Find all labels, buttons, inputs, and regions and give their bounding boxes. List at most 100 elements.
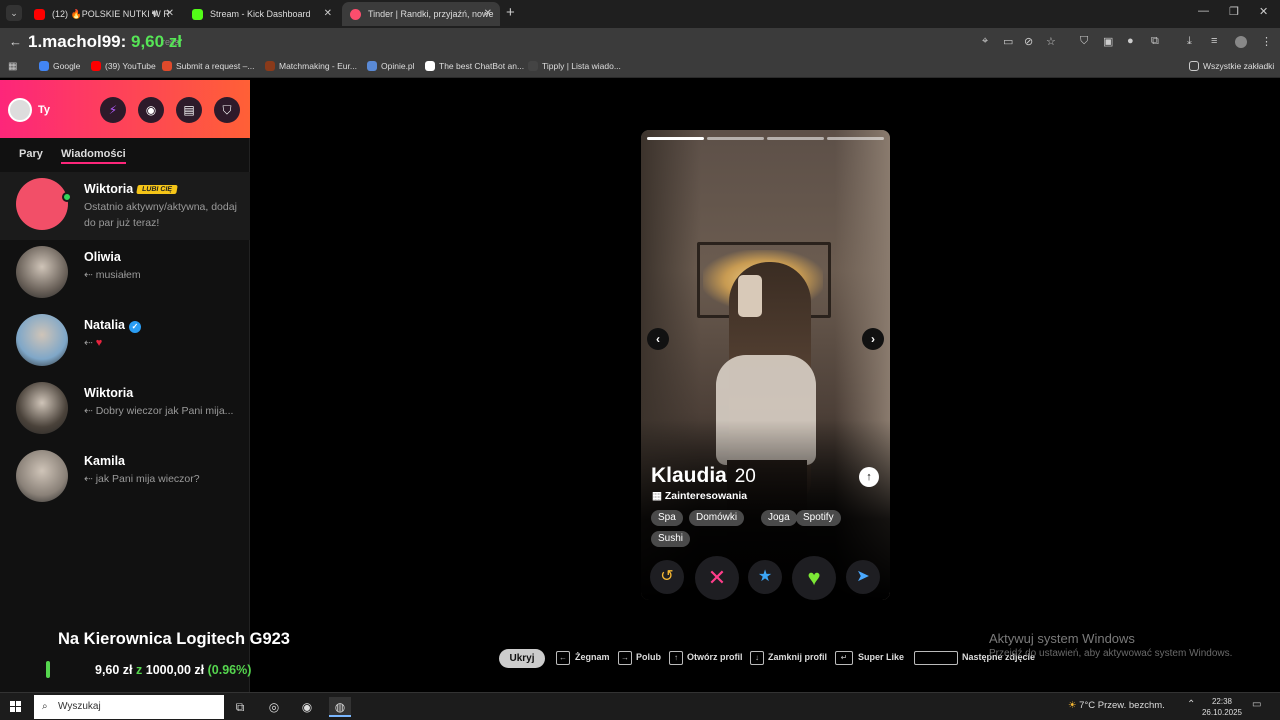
tab-tinder[interactable]: Tinder | Randki, przyjaźń, nowe ✕: [342, 2, 500, 26]
interests-heading: ▦ Zainteresowania: [652, 490, 747, 502]
hide-hints-button[interactable]: Ukryj: [499, 649, 545, 668]
audio-playing-icon[interactable]: 🔊︎: [152, 2, 158, 26]
sidebar-tabs: Pary Wiadomości: [0, 138, 250, 172]
boost-button[interactable]: ➤: [846, 560, 880, 594]
bookmark-label: (39) YouTube: [105, 61, 156, 71]
browser-tab-bar: ⌄ (12) 🔥POLSKIE NUTKI W R 🔊︎ ✕ Stream - …: [0, 0, 1280, 28]
app-circle-icon[interactable]: ◎: [263, 697, 285, 717]
taskbar-search-input[interactable]: ⌕ Wyszukaj: [34, 695, 224, 719]
all-bookmarks-folder[interactable]: Wszystkie zakładki: [1189, 61, 1274, 71]
minimize-icon[interactable]: —: [1198, 5, 1209, 17]
new-tab-icon[interactable]: +: [506, 4, 515, 21]
download-icon[interactable]: ⤓: [1187, 35, 1192, 48]
open-profile-arrow-icon[interactable]: ↑: [859, 467, 879, 487]
eye-off-icon[interactable]: ⊘: [1024, 35, 1033, 48]
clock-time: 22:38: [1211, 697, 1233, 706]
my-profile-label[interactable]: Ty: [38, 104, 50, 116]
avatar: [16, 246, 68, 298]
tab-wiadomosci[interactable]: Wiadomości: [61, 148, 126, 164]
stream-donor-overlay: 1.machol99: 9,60 zł: [28, 32, 182, 52]
previous-photo-chevron-icon[interactable]: ‹: [647, 328, 669, 350]
bookmark-opinie[interactable]: Opinie.pl: [367, 61, 415, 71]
interest-chip: Domówki: [689, 510, 745, 526]
match-message: ⇠ ♥: [84, 335, 244, 351]
tab-pary[interactable]: Pary: [19, 148, 43, 160]
submit-icon: [162, 61, 172, 71]
restore-icon[interactable]: ❐: [1229, 5, 1239, 18]
bookmark-chatbot[interactable]: The best ChatBot an...: [425, 61, 524, 71]
windows-start-icon[interactable]: [10, 701, 22, 713]
match-name: Oliwia: [84, 250, 121, 264]
bookmark-star-icon[interactable]: ☆: [1046, 35, 1056, 48]
window-close-icon[interactable]: ✕: [1259, 5, 1268, 18]
super-like-button[interactable]: ★: [748, 560, 782, 594]
weather-widget[interactable]: ☀︎ 7°C Przew. bezchm.: [1068, 700, 1165, 711]
explore-compass-icon[interactable]: ◉: [138, 97, 164, 123]
list-item[interactable]: Wiktoria ⇠ Dobry wieczor jak Pani mija..…: [0, 376, 250, 444]
cast-icon[interactable]: ▭: [1003, 35, 1013, 48]
interest-chip: Spa: [651, 510, 683, 526]
tab-search-chevron-icon[interactable]: ⌄: [6, 5, 22, 21]
bookmark-label: Tipply | Lista wiado...: [542, 61, 621, 71]
task-view-icon[interactable]: ⧉: [229, 697, 251, 717]
extension-coin-icon[interactable]: ●: [1127, 35, 1134, 47]
boost-bolt-icon[interactable]: ⚡︎: [100, 97, 126, 123]
enter-key-icon: ↵: [835, 651, 853, 665]
right-arrow-key-icon: →: [618, 651, 632, 665]
list-item[interactable]: Kamila ⇠ jak Pani mija wieczor?: [0, 444, 250, 512]
media-queue-icon[interactable]: ≡: [1211, 35, 1217, 47]
profile-avatar-icon[interactable]: [1235, 36, 1247, 48]
rewind-icon: ↺: [660, 568, 674, 585]
donation-progress-bar: [46, 661, 50, 678]
bookmark-google[interactable]: Google: [39, 61, 80, 71]
bookmark-tipply[interactable]: Tipply | Lista wiado...: [528, 61, 621, 71]
briefcase-icon[interactable]: ▤: [176, 97, 202, 123]
extension-icon[interactable]: ▣: [1103, 35, 1113, 48]
list-item[interactable]: Natalia ✓ ⇠ ♥: [0, 308, 250, 376]
bookmark-submit-request[interactable]: Submit a request –...: [162, 61, 254, 71]
kebab-menu-icon[interactable]: ⋮: [1261, 35, 1272, 48]
weather-sun-cloud-icon: ☀︎: [1068, 700, 1077, 711]
tab-title: Tinder | Randki, przyjaźń, nowe: [368, 9, 494, 19]
system-clock[interactable]: 22:38 26.10.2025: [1200, 696, 1244, 718]
apps-grid-icon[interactable]: ▦: [8, 61, 17, 72]
tab-close-icon[interactable]: ✕: [324, 2, 332, 26]
search-icon: ⌕: [42, 701, 48, 712]
rewind-button[interactable]: ↺: [650, 560, 684, 594]
like-button[interactable]: ♥: [792, 556, 836, 600]
bookmark-matchmaking[interactable]: Matchmaking - Eur...: [265, 61, 357, 71]
safety-shield-icon[interactable]: ⛉: [214, 97, 240, 123]
extensions-puzzle-icon[interactable]: ⧉: [1151, 35, 1159, 48]
list-item[interactable]: Oliwia ⇠ musiałem: [0, 240, 250, 308]
avatar: [16, 178, 68, 230]
interest-chip: Spotify: [796, 510, 841, 526]
photo-progress-segment: [767, 137, 824, 140]
extension-shield-icon[interactable]: ⛉: [1080, 35, 1088, 48]
profile-card[interactable]: ‹ › Klaudia 20 ↑ ▦ Zainteresowania Spa D…: [641, 130, 890, 600]
discord-icon[interactable]: ◉: [296, 697, 318, 717]
folder-icon: [1189, 61, 1199, 71]
tab-youtube[interactable]: (12) 🔥POLSKIE NUTKI W R 🔊︎ ✕: [26, 2, 182, 26]
donation-goal-amount: 9,60 zł z 1000,00 zł (0.96%): [95, 663, 251, 677]
tab-close-icon[interactable]: ✕: [484, 2, 492, 26]
donor-name: 1.machol99:: [28, 32, 127, 51]
match-message: ⇠ musiałem: [84, 269, 141, 281]
verified-check-icon: ✓: [129, 321, 141, 333]
notifications-icon[interactable]: ▭: [1252, 699, 1261, 710]
online-indicator-icon: [62, 192, 72, 202]
nope-button[interactable]: ✕: [695, 556, 739, 600]
bookmark-youtube[interactable]: (39) YouTube: [91, 61, 156, 71]
my-profile-avatar[interactable]: [8, 98, 32, 122]
tray-chevron-up-icon[interactable]: ⌃: [1187, 699, 1195, 710]
chrome-icon[interactable]: ◍: [329, 697, 351, 717]
location-icon[interactable]: ⌖: [982, 35, 988, 48]
interest-chip: Sushi: [651, 531, 691, 547]
back-arrow-icon[interactable]: ←: [9, 34, 22, 49]
tab-close-icon[interactable]: ✕: [166, 2, 174, 26]
star-icon: ★: [757, 568, 773, 585]
photo-progress-segment: [827, 137, 884, 140]
next-photo-chevron-icon[interactable]: ›: [862, 328, 884, 350]
likes-you-badge: LUBI CIĘ: [136, 185, 178, 194]
list-item[interactable]: Wiktoria LUBI CIĘ Ostatnio aktywny/aktywn…: [0, 172, 250, 240]
tab-kick-dashboard[interactable]: Stream - Kick Dashboard ✕: [184, 2, 340, 26]
